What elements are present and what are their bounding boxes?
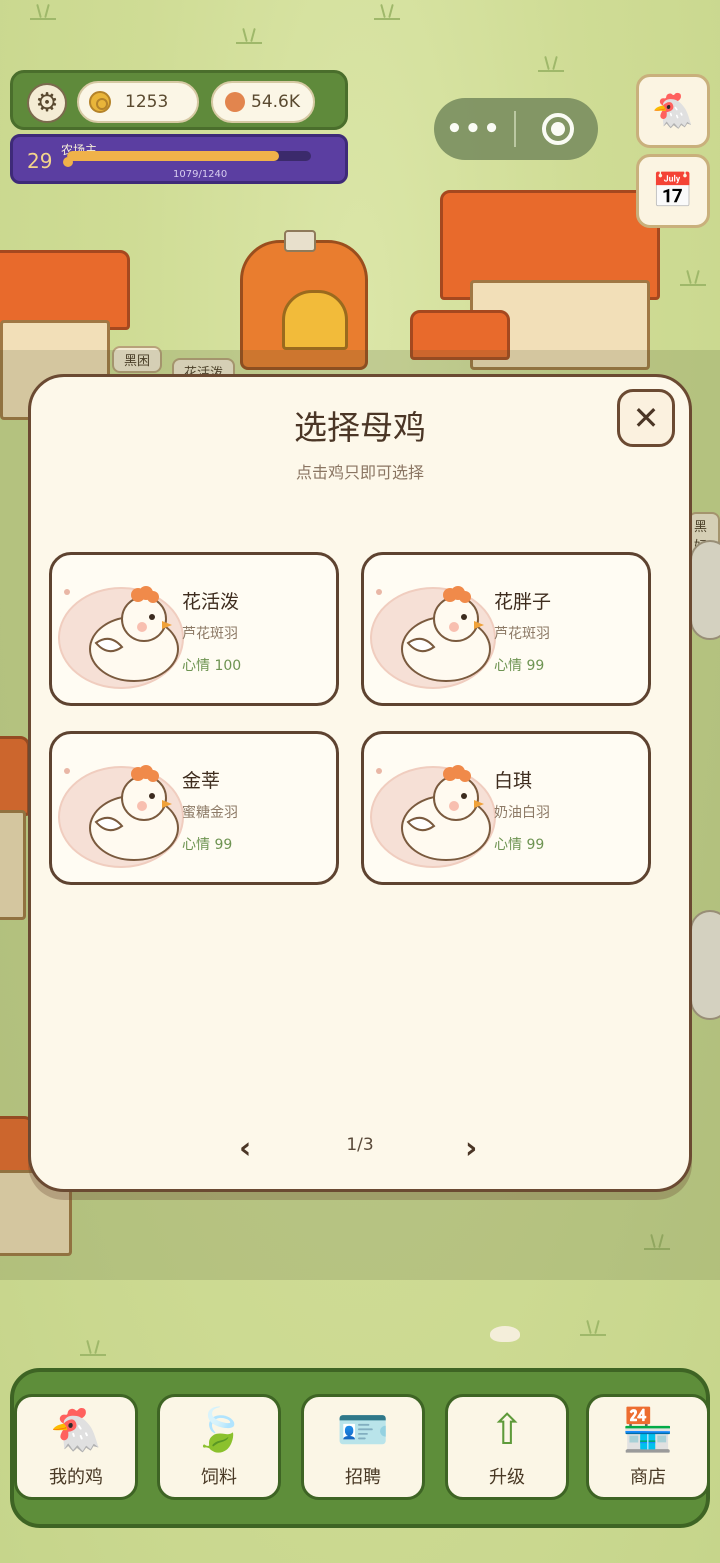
level-number: 29 — [27, 149, 53, 173]
chicken-icon — [89, 765, 179, 861]
arrow-up-icon: ⇧ — [489, 1405, 525, 1454]
hen-mood: 心情 99 — [494, 658, 545, 674]
hen-mood: 心情 99 — [494, 837, 545, 853]
tab-shop[interactable]: 🏪 商店 — [586, 1394, 710, 1500]
decor-dot — [64, 589, 70, 595]
calendar-check-icon: 📅 — [651, 171, 695, 211]
hen-card[interactable]: 花胖子 芦花斑羽 心情 99 — [361, 552, 651, 706]
mail-button[interactable]: 🐔 — [636, 74, 710, 148]
decor-dot — [376, 768, 382, 774]
gem-icon — [225, 92, 245, 112]
hen-card[interactable]: 花活泼 芦花斑羽 心情 100 — [49, 552, 339, 706]
xp-text: 1079/1240 — [173, 169, 228, 180]
coin-counter[interactable]: 1253 — [77, 81, 199, 123]
shop-icon: 🏪 — [621, 1405, 675, 1454]
hen-breed: 芦花斑羽 — [494, 626, 550, 642]
coin-icon — [89, 91, 111, 113]
xp-bar — [67, 151, 311, 161]
hen-breed: 芦花斑羽 — [182, 626, 238, 642]
resource-bar: ⚙ 1253 54.6K — [10, 70, 348, 130]
hen-breed: 蜜糖金羽 — [182, 805, 238, 821]
level-panel[interactable]: 29 农场主 1079/1240 — [10, 134, 348, 184]
mini-program-capsule: ••• — [434, 98, 598, 160]
grass-decoration — [236, 28, 262, 44]
tab-recruit[interactable]: 🪪 招聘 — [301, 1394, 425, 1500]
hen-mood: 心情 100 — [182, 658, 242, 674]
grass-decoration — [30, 4, 56, 20]
tab-label: 我的鸡 — [49, 1467, 103, 1488]
tab-label: 饲料 — [201, 1467, 237, 1488]
tab-label: 招聘 — [345, 1467, 381, 1488]
select-hen-modal: 选择母鸡 点击鸡只即可选择 ✕ 花活泼 芦花斑羽 心情 100 花胖子 芦花斑羽… — [28, 374, 692, 1192]
hen-breed: 奶油白羽 — [494, 805, 550, 821]
more-button[interactable]: ••• — [434, 114, 514, 144]
bottom-nav: 🐔 我的鸡 🍃 饲料 🪪 招聘 ⇧ 升级 🏪 商店 — [10, 1368, 710, 1528]
grass-decoration — [680, 270, 706, 286]
tab-upgrade[interactable]: ⇧ 升级 — [445, 1394, 569, 1500]
close-icon: ✕ — [632, 399, 660, 437]
chicken-icon: 🐔 — [49, 1405, 103, 1454]
chicken-icon — [401, 765, 491, 861]
gem-counter[interactable]: 54.6K — [211, 81, 315, 123]
grass-decoration — [538, 56, 564, 72]
hen-name: 白琪 — [494, 770, 533, 792]
tab-label: 商店 — [630, 1467, 666, 1488]
grass-decoration — [80, 1340, 106, 1356]
xp-bar-fill — [67, 151, 280, 161]
decor-dot — [64, 768, 70, 774]
hen-name: 金莘 — [182, 770, 221, 792]
modal-subtitle: 点击鸡只即可选择 — [295, 463, 424, 482]
grass-decoration — [374, 4, 400, 20]
close-miniprogram-button[interactable] — [542, 113, 574, 145]
capsule-divider — [514, 111, 516, 147]
chicken-icon — [89, 586, 179, 682]
close-button[interactable]: ✕ — [617, 389, 675, 447]
xp-dot — [63, 157, 73, 167]
modal-title: 选择母鸡 — [294, 408, 426, 447]
gear-icon: ⚙ — [35, 88, 59, 118]
next-page-button[interactable]: › — [465, 1131, 477, 1166]
chicken-letter-icon: 🐔 — [651, 91, 695, 131]
checkin-button[interactable]: 📅 — [636, 154, 710, 228]
tab-feed[interactable]: 🍃 饲料 — [157, 1394, 281, 1500]
egg-on-ground[interactable] — [490, 1326, 520, 1342]
tab-label: 升级 — [489, 1467, 525, 1488]
leaf-icon: 🍃 — [192, 1405, 246, 1454]
hen-card[interactable]: 金莘 蜜糖金羽 心情 99 — [49, 731, 339, 885]
chicken-icon — [401, 586, 491, 682]
settings-button[interactable]: ⚙ — [27, 83, 67, 123]
gem-value: 54.6K — [251, 92, 300, 112]
badge-icon: 🪪 — [336, 1405, 390, 1454]
tab-my-chickens[interactable]: 🐔 我的鸡 — [14, 1394, 138, 1500]
decor-dot — [376, 589, 382, 595]
hen-card[interactable]: 白琪 奶油白羽 心情 99 — [361, 731, 651, 885]
hen-name: 花胖子 — [494, 591, 552, 613]
page-indicator: 1/3 — [346, 1135, 374, 1155]
grass-decoration — [580, 1320, 606, 1336]
hen-mood: 心情 99 — [182, 837, 233, 853]
hen-name: 花活泼 — [182, 591, 240, 613]
coin-value: 1253 — [125, 92, 169, 112]
